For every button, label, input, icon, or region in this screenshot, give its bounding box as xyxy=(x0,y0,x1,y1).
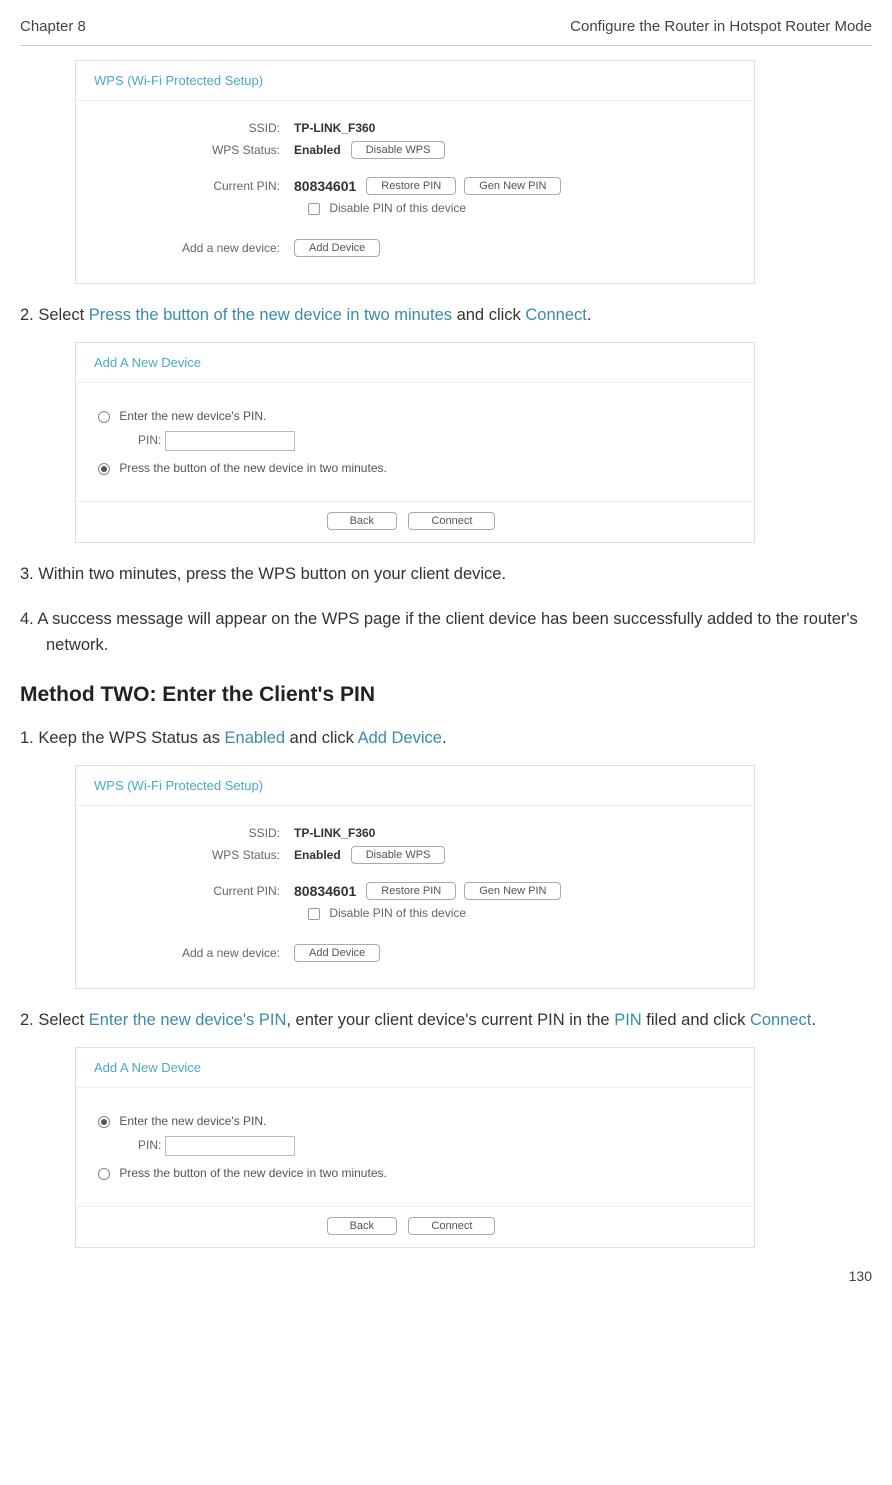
wps-status-value: Enabled xyxy=(294,143,341,157)
ssid-value: TP-LINK_F360 xyxy=(294,121,375,135)
gen-new-pin-button-2[interactable]: Gen New PIN xyxy=(464,882,561,900)
current-pin-label-2: Current PIN: xyxy=(94,884,294,898)
wps-status-value-2: Enabled xyxy=(294,848,341,862)
wps-panel-1: WPS (Wi-Fi Protected Setup) SSID: TP-LIN… xyxy=(75,60,755,284)
current-pin-label: Current PIN: xyxy=(94,179,294,193)
radio-enter-pin-2[interactable] xyxy=(98,1116,110,1128)
disable-pin-label: Disable PIN of this device xyxy=(329,201,466,215)
highlight-connect-2: Connect xyxy=(750,1011,811,1029)
step-2-text: 2. Select Press the button of the new de… xyxy=(20,302,872,328)
wps-panel-title: WPS (Wi-Fi Protected Setup) xyxy=(76,61,754,101)
chapter-title: Configure the Router in Hotspot Router M… xyxy=(570,18,872,35)
step-3-text: 3. Within two minutes, press the WPS but… xyxy=(20,561,872,587)
disable-wps-button[interactable]: Disable WPS xyxy=(351,141,446,159)
disable-pin-checkbox-2[interactable] xyxy=(308,908,320,920)
ssid-value-2: TP-LINK_F360 xyxy=(294,826,375,840)
connect-button-2[interactable]: Connect xyxy=(408,1217,495,1235)
add-device-panel-2: Add A New Device Enter the new device's … xyxy=(75,1047,755,1248)
pin-input[interactable] xyxy=(165,431,295,451)
highlight-pin: PIN xyxy=(614,1011,642,1029)
page-header: Chapter 8 Configure the Router in Hotspo… xyxy=(20,0,872,46)
add-device-label: Add a new device: xyxy=(94,241,294,255)
page-number: 130 xyxy=(20,1268,872,1284)
radio-enter-pin[interactable] xyxy=(98,411,110,423)
connect-button[interactable]: Connect xyxy=(408,512,495,530)
ssid-label: SSID: xyxy=(94,121,294,135)
wps-panel-title-2: WPS (Wi-Fi Protected Setup) xyxy=(76,766,754,806)
add-device-button[interactable]: Add Device xyxy=(294,239,380,257)
current-pin-value: 80834601 xyxy=(294,178,356,194)
add-device-label-2: Add a new device: xyxy=(94,946,294,960)
method-two-step-1: 1. Keep the WPS Status as Enabled and cl… xyxy=(20,725,872,751)
highlight-connect: Connect xyxy=(525,306,586,324)
gen-new-pin-button[interactable]: Gen New PIN xyxy=(464,177,561,195)
highlight-enter-pin: Enter the new device's PIN xyxy=(89,1011,287,1029)
method-two-step-2: 2. Select Enter the new device's PIN, en… xyxy=(20,1007,872,1033)
back-button-2[interactable]: Back xyxy=(327,1217,397,1235)
opt-enter-pin-label-2: Enter the new device's PIN. xyxy=(119,1114,266,1128)
add-device-button-2[interactable]: Add Device xyxy=(294,944,380,962)
pin-field-label-2: PIN: xyxy=(138,1139,161,1153)
opt-press-button-label-2: Press the button of the new device in tw… xyxy=(119,1166,386,1180)
step-4-text: 4. A success message will appear on the … xyxy=(20,606,872,659)
add-device-panel-1: Add A New Device Enter the new device's … xyxy=(75,342,755,543)
pin-input-2[interactable] xyxy=(165,1136,295,1156)
radio-press-button[interactable] xyxy=(98,463,110,475)
highlight-add-device: Add Device xyxy=(358,729,442,747)
method-two-heading: Method TWO: Enter the Client's PIN xyxy=(20,683,872,707)
radio-press-button-2[interactable] xyxy=(98,1168,110,1180)
ssid-label-2: SSID: xyxy=(94,826,294,840)
restore-pin-button[interactable]: Restore PIN xyxy=(366,177,456,195)
add-device-panel-title: Add A New Device xyxy=(76,343,754,383)
back-button[interactable]: Back xyxy=(327,512,397,530)
restore-pin-button-2[interactable]: Restore PIN xyxy=(366,882,456,900)
opt-press-button-label: Press the button of the new device in tw… xyxy=(119,461,386,475)
wps-status-label-2: WPS Status: xyxy=(94,848,294,862)
disable-pin-checkbox[interactable] xyxy=(308,203,320,215)
highlight-press-button: Press the button of the new device in tw… xyxy=(89,306,452,324)
pin-field-label: PIN: xyxy=(138,434,161,448)
opt-enter-pin-label: Enter the new device's PIN. xyxy=(119,409,266,423)
wps-panel-2: WPS (Wi-Fi Protected Setup) SSID: TP-LIN… xyxy=(75,765,755,989)
highlight-enabled: Enabled xyxy=(225,729,286,747)
add-device-panel-title-2: Add A New Device xyxy=(76,1048,754,1088)
wps-status-label: WPS Status: xyxy=(94,143,294,157)
disable-pin-label-2: Disable PIN of this device xyxy=(329,906,466,920)
current-pin-value-2: 80834601 xyxy=(294,883,356,899)
disable-wps-button-2[interactable]: Disable WPS xyxy=(351,846,446,864)
chapter-label: Chapter 8 xyxy=(20,18,86,35)
